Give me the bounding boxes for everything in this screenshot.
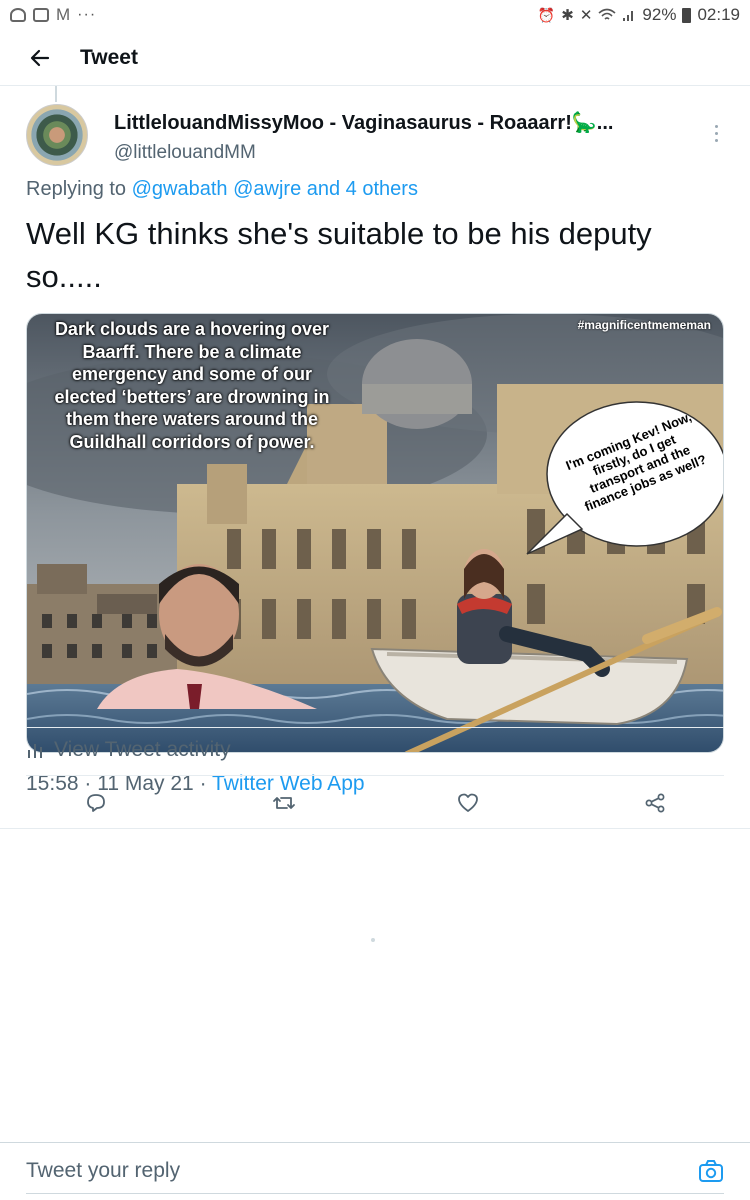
tweet-text: Well KG thinks she's suitable to be his …	[26, 216, 652, 294]
reply-underline	[26, 1193, 724, 1194]
tweet-actions	[26, 780, 724, 825]
loading-indicator	[371, 938, 375, 942]
camera-button[interactable]	[698, 1159, 724, 1183]
view-activity-label: View Tweet activity	[54, 738, 231, 761]
mute-icon: ✕	[579, 7, 593, 24]
tweet-image[interactable]: Dark clouds are a hovering over Baarff. …	[26, 313, 724, 753]
replying-to-links[interactable]: @gwabath @awjre and 4 others	[132, 178, 418, 200]
retweet-icon	[273, 797, 295, 809]
reply-button[interactable]	[81, 788, 111, 818]
divider	[0, 828, 750, 829]
alarm-icon: ⏰	[537, 6, 556, 23]
reply-composer: Tweet your reply	[0, 1142, 750, 1200]
reply-input[interactable]: Tweet your reply	[26, 1159, 180, 1183]
wifi-icon	[598, 8, 616, 20]
clock: 02:19	[697, 5, 740, 24]
battery-icon	[682, 7, 692, 23]
battery-percent: 92%	[642, 5, 677, 24]
status-bar-left: M ···	[10, 5, 96, 25]
divider	[26, 775, 724, 776]
signal-icon	[623, 11, 634, 21]
page-title: Tweet	[80, 45, 138, 69]
like-button[interactable]	[453, 788, 483, 818]
gmail-icon: M	[56, 5, 71, 24]
app-header: Tweet	[0, 30, 750, 86]
view-activity-button[interactable]: View Tweet activity	[26, 738, 231, 762]
status-bar-right: ⏰ ✱ ✕ 92% 02:19	[538, 5, 740, 25]
replying-prefix: Replying to	[26, 178, 127, 200]
share-icon	[645, 793, 665, 813]
replying-to: Replying to @gwabath @awjre and 4 others	[26, 178, 418, 201]
link-icon	[10, 8, 26, 22]
tweet-author: LittlelouandMissyMoo - Vaginasaurus - Ro…	[26, 104, 726, 174]
more-options-button[interactable]	[706, 118, 726, 148]
avatar[interactable]	[26, 104, 88, 166]
dot-icon	[714, 131, 718, 135]
meme-hashtag: #magnificentmememan	[577, 318, 711, 332]
image-icon	[33, 8, 49, 22]
analytics-icon	[28, 744, 42, 758]
share-button[interactable]	[640, 788, 670, 818]
dot-icon	[714, 124, 718, 128]
author-handle[interactable]: @littlelouandMM	[114, 142, 256, 164]
divider	[26, 727, 724, 728]
reply-icon	[87, 794, 105, 812]
thread-connector	[55, 86, 57, 102]
author-name[interactable]: LittlelouandMissyMoo - Vaginasaurus - Ro…	[114, 110, 613, 135]
more-dots-icon: ···	[77, 6, 97, 23]
heart-icon	[458, 793, 478, 812]
dot-icon	[714, 138, 718, 142]
camera-icon	[699, 1160, 723, 1182]
meme-caption: Dark clouds are a hovering over Baarff. …	[54, 319, 330, 452]
back-button[interactable]	[0, 30, 80, 86]
arrow-left-icon	[30, 49, 50, 66]
bluetooth-icon: ✱	[561, 7, 574, 24]
retweet-button[interactable]	[269, 788, 299, 818]
status-bar: M ··· ⏰ ✱ ✕ 92% 02:19	[0, 0, 750, 30]
